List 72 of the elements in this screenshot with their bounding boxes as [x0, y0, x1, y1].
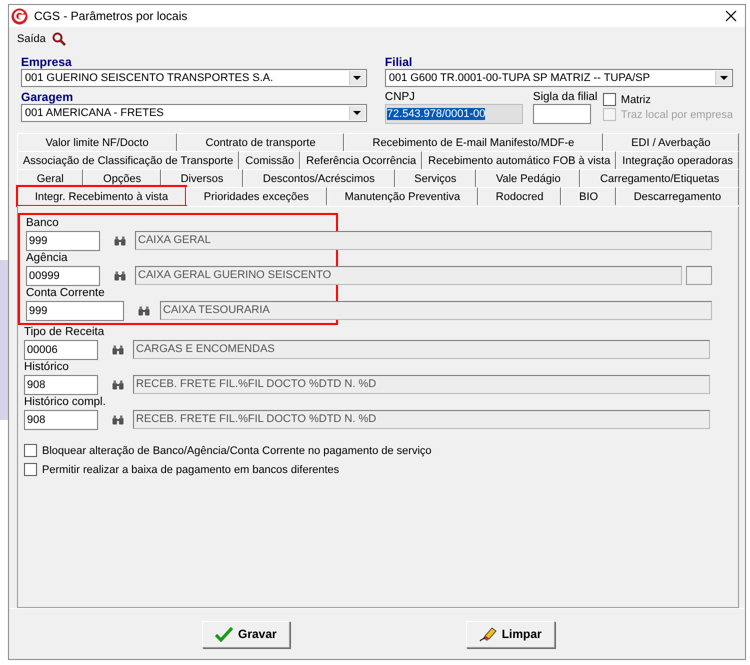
code-field[interactable]: 999 — [26, 230, 100, 250]
code-field[interactable]: 00999 — [26, 266, 100, 286]
menu-item[interactable]: Saída — [17, 33, 46, 45]
tab[interactable]: Recebimento automático FOB à vista — [422, 151, 616, 169]
tab[interactable]: BIO — [561, 187, 616, 205]
dropdown-arrow-icon — [353, 76, 362, 80]
field-label: Histórico compl. — [24, 395, 107, 409]
tab[interactable]: Descontos/Acréscimos — [243, 169, 394, 187]
field-label: Agência — [26, 251, 69, 265]
tab[interactable]: Valor limite NF/Docto — [17, 133, 178, 151]
tab[interactable]: Carregamento/Etiquetas — [580, 169, 740, 187]
tab[interactable]: Vale Pedágio — [476, 169, 580, 187]
tab[interactable]: Referência Ocorrência — [300, 151, 422, 169]
binoculars-icon[interactable] — [114, 236, 126, 246]
tab[interactable]: Manutenção Preventiva — [326, 187, 478, 205]
field-label: Banco — [26, 216, 60, 230]
search-icon[interactable] — [52, 32, 66, 46]
checkbox[interactable] — [24, 463, 37, 476]
tab[interactable]: Prioridades exceções — [186, 187, 327, 205]
garage-dropdown[interactable]: 001 AMERICANA - FRETES — [21, 104, 367, 122]
company-dropdown[interactable]: 001 GUERINO SEISCENTO TRANSPORTES S.A. — [21, 69, 367, 87]
tab[interactable]: Rodocred — [478, 187, 562, 205]
input-field[interactable] — [532, 104, 591, 124]
tab[interactable]: Integração operadoras — [616, 151, 739, 169]
field-label: Filial — [384, 55, 414, 69]
field-label: Garagem — [21, 90, 74, 104]
tab[interactable]: Integr. Recebimento à vista — [17, 186, 186, 206]
field-label: Histórico — [24, 360, 70, 374]
checkbox-label: Traz local por empresa — [620, 108, 733, 120]
description-field: CAIXA GERAL GUERINO SEISCENTO — [135, 266, 682, 285]
code-field[interactable]: 908 — [24, 410, 98, 430]
description-field: RECEB. FRETE FIL.%FIL DOCTO %DTD N. %D — [133, 410, 710, 429]
checkbox-label: Bloquear alteração de Banco/Agência/Conta Corrente no pagamento de serviço — [42, 444, 432, 456]
binoculars-icon[interactable] — [114, 270, 126, 280]
save-button[interactable]: Gravar — [202, 620, 290, 648]
cnpj-field[interactable]: 72.543.978/0001-00 — [384, 104, 523, 124]
checkbox-label: Permitir realizar a baixa de pagamento em bancos diferentes — [42, 464, 340, 476]
eraser-icon — [478, 626, 497, 642]
branch-dropdown[interactable]: 001 G600 TR.0001-00-TUPA SP MATRIZ -- TUPA/SP — [384, 69, 733, 87]
field-label: Empresa — [21, 55, 73, 69]
window-title: CGS - Parâmetros por locais — [34, 9, 188, 23]
description-field: CAIXA GERAL — [135, 231, 712, 250]
dropdown-arrow-icon — [720, 76, 728, 80]
clear-button[interactable]: Limpar — [466, 620, 555, 648]
binoculars-icon[interactable] — [112, 344, 124, 354]
tab[interactable]: Diversos — [160, 169, 244, 187]
field-label: Tipo de Receita — [24, 325, 106, 339]
code-field[interactable]: 999 — [26, 300, 124, 320]
tab[interactable]: Recebimento de E-mail Manifesto/MDF-e — [344, 133, 603, 151]
checkbox[interactable] — [602, 93, 616, 106]
dropdown-arrow-icon — [353, 111, 362, 115]
code-field[interactable]: 00006 — [24, 340, 98, 360]
binoculars-icon[interactable] — [138, 306, 150, 316]
code-field[interactable]: 908 — [24, 374, 98, 394]
close-icon[interactable] — [725, 10, 737, 22]
binoculars-icon[interactable] — [112, 380, 124, 390]
tab[interactable]: Comissão — [239, 151, 300, 169]
tab[interactable]: Contrato de transporte — [177, 133, 344, 151]
checkbox-label: Matriz — [620, 94, 651, 106]
description-field: CAIXA TESOURARIA — [160, 301, 712, 320]
checkbox[interactable] — [24, 444, 37, 457]
checkmark-icon — [215, 626, 233, 642]
tab[interactable]: EDI / Averbação — [602, 133, 739, 151]
tab[interactable]: Descarregamento — [616, 187, 739, 205]
field-label: CNPJ — [384, 90, 416, 104]
input-field — [686, 266, 712, 285]
field-label: Conta Corrente — [26, 286, 106, 300]
binoculars-icon[interactable] — [112, 414, 124, 424]
description-field: CARGAS E ENCOMENDAS — [133, 340, 710, 359]
tab[interactable]: Serviços — [394, 169, 476, 187]
description-field: RECEB. FRETE FIL.%FIL DOCTO %DTD N. %D — [133, 375, 710, 394]
tab[interactable]: Associação de Classificação de Transporte — [17, 151, 240, 169]
